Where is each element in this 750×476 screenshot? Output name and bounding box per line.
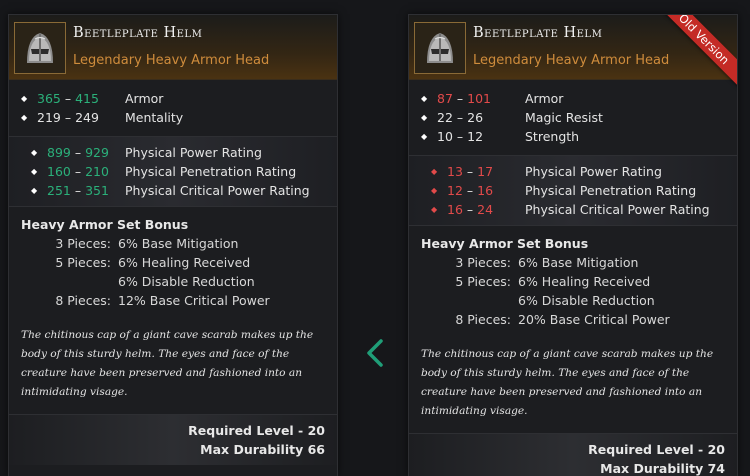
stat-name: Physical Penetration Rating (125, 164, 297, 179)
set-pieces: 8 Pieces: (455, 312, 511, 327)
card-header: Beetleplate Helm Legendary Heavy Armor H… (9, 15, 337, 80)
rating-stats: ◆ 899 – 929 Physical Power Rating ◆ 160 … (9, 137, 337, 207)
stat-row: ◆ 12 – 16 Physical Penetration Rating (419, 181, 727, 200)
set-bonus-row: 8 Pieces: 12% Base Critical Power (21, 291, 325, 310)
stat-row: ◆ 365 – 415 Armor (19, 89, 327, 108)
set-bonus-value: 6% Base Mitigation (118, 236, 239, 251)
item-card-current: Beetleplate Helm Legendary Heavy Armor H… (8, 14, 338, 476)
set-bonus-row: 3 Pieces: 6% Base Mitigation (421, 253, 725, 272)
diamond-icon: ◆ (31, 148, 38, 157)
requirements: Required Level - 20 Max Durability 66 (9, 415, 337, 465)
stat-name: Mentality (125, 110, 184, 125)
stat-name: Strength (525, 129, 580, 144)
flavor-text: The chitinous cap of a giant cave scarab… (9, 316, 337, 415)
stat-range: 87 – 101 (437, 91, 491, 106)
base-stats: ◆ 365 – 415 Armor ◆ 219 – 249 Mentality (9, 80, 337, 137)
set-bonus: Heavy Armor Set Bonus 3 Pieces: 6% Base … (9, 207, 337, 316)
stat-row: ◆ 160 – 210 Physical Penetration Rating (19, 162, 327, 181)
set-bonus-value: 6% Disable Reduction (118, 274, 255, 289)
flavor-text: The chitinous cap of a giant cave scarab… (409, 335, 737, 434)
stat-name: Physical Power Rating (125, 145, 262, 160)
set-pieces: 8 Pieces: (55, 293, 111, 308)
diamond-icon: ◆ (21, 94, 28, 103)
stat-range: 16 – 24 (447, 202, 494, 217)
stat-row: ◆ 899 – 929 Physical Power Rating (19, 143, 327, 162)
stat-row: ◆ 87 – 101 Armor (419, 89, 727, 108)
stat-range: 899 – 929 (47, 145, 109, 160)
set-bonus-row: 6% Disable Reduction (21, 272, 325, 291)
set-pieces: 3 Pieces: (455, 255, 511, 270)
diamond-icon: ◆ (31, 167, 38, 176)
stat-row: ◆ 251 – 351 Physical Critical Power Rati… (19, 181, 327, 200)
stat-name: Armor (125, 91, 164, 106)
max-durability: Max Durability 74 (600, 461, 725, 476)
item-type: Legendary Heavy Armor Head (473, 53, 670, 68)
diamond-icon: ◆ (31, 186, 38, 195)
stat-name: Physical Critical Power Rating (125, 183, 310, 198)
stat-row: ◆ 10 – 12 Strength (419, 127, 727, 146)
set-bonus-value: 20% Base Critical Power (518, 312, 670, 327)
stat-range: 12 – 16 (447, 183, 494, 198)
set-bonus-row: 8 Pieces: 20% Base Critical Power (421, 310, 725, 329)
diamond-icon: ◆ (421, 132, 428, 141)
required-level: Required Level - 20 (188, 423, 325, 438)
stat-range: 219 – 249 (37, 110, 99, 125)
set-bonus-row: 5 Pieces: 6% Healing Received (21, 253, 325, 272)
chevron-left-icon[interactable] (364, 338, 386, 368)
set-bonus-value: 12% Base Critical Power (118, 293, 270, 308)
stat-row: ◆ 16 – 24 Physical Critical Power Rating (419, 200, 727, 219)
card-header: Beetleplate Helm Legendary Heavy Armor H… (409, 15, 737, 92)
diamond-icon: ◆ (431, 186, 438, 195)
set-bonus-row: 6% Disable Reduction (421, 291, 725, 310)
stat-row: ◆ 219 – 249 Mentality (19, 108, 327, 127)
set-bonus-value: 6% Healing Received (118, 255, 251, 270)
diamond-icon: ◆ (431, 167, 438, 176)
stat-row: ◆ 22 – 26 Magic Resist (419, 108, 727, 127)
stat-range: 10 – 12 (437, 129, 484, 144)
stat-name: Physical Penetration Rating (525, 183, 697, 198)
diamond-icon: ◆ (421, 113, 428, 122)
helm-icon (414, 22, 466, 74)
max-durability: Max Durability 66 (200, 442, 325, 457)
stat-row: ◆ 13 – 17 Physical Power Rating (419, 162, 727, 181)
stat-range: 22 – 26 (437, 110, 484, 125)
helm-icon (14, 22, 66, 74)
stat-range: 13 – 17 (447, 164, 494, 179)
set-pieces: 5 Pieces: (55, 255, 111, 270)
set-pieces: 5 Pieces: (455, 274, 511, 289)
set-bonus: Heavy Armor Set Bonus 3 Pieces: 6% Base … (409, 226, 737, 335)
diamond-icon: ◆ (431, 205, 438, 214)
rating-stats: ◆ 13 – 17 Physical Power Rating ◆ 12 – 1… (409, 156, 737, 226)
set-bonus-row: 3 Pieces: 6% Base Mitigation (21, 234, 325, 253)
stat-range: 160 – 210 (47, 164, 109, 179)
set-pieces: 3 Pieces: (55, 236, 111, 251)
stat-name: Armor (525, 91, 564, 106)
item-card-old: Beetleplate Helm Legendary Heavy Armor H… (408, 14, 738, 476)
diamond-icon: ◆ (421, 94, 428, 103)
stat-range: 251 – 351 (47, 183, 109, 198)
stat-range: 365 – 415 (37, 91, 99, 106)
item-name: Beetleplate Helm (473, 25, 603, 41)
stat-name: Physical Critical Power Rating (525, 202, 710, 217)
stat-name: Magic Resist (525, 110, 603, 125)
base-stats: ◆ 87 – 101 Armor ◆ 22 – 26 Magic Resist … (409, 80, 737, 156)
set-bonus-title: Heavy Armor Set Bonus (21, 217, 189, 232)
set-bonus-value: 6% Base Mitigation (518, 255, 639, 270)
set-bonus-row: 5 Pieces: 6% Healing Received (421, 272, 725, 291)
stat-name: Physical Power Rating (525, 164, 662, 179)
requirements: Required Level - 20 Max Durability 74 (409, 434, 737, 476)
diamond-icon: ◆ (21, 113, 28, 122)
set-bonus-value: 6% Disable Reduction (518, 293, 655, 308)
required-level: Required Level - 20 (588, 442, 725, 457)
item-type: Legendary Heavy Armor Head (73, 53, 270, 68)
set-bonus-title: Heavy Armor Set Bonus (421, 236, 589, 251)
set-bonus-value: 6% Healing Received (518, 274, 651, 289)
item-name: Beetleplate Helm (73, 25, 203, 41)
